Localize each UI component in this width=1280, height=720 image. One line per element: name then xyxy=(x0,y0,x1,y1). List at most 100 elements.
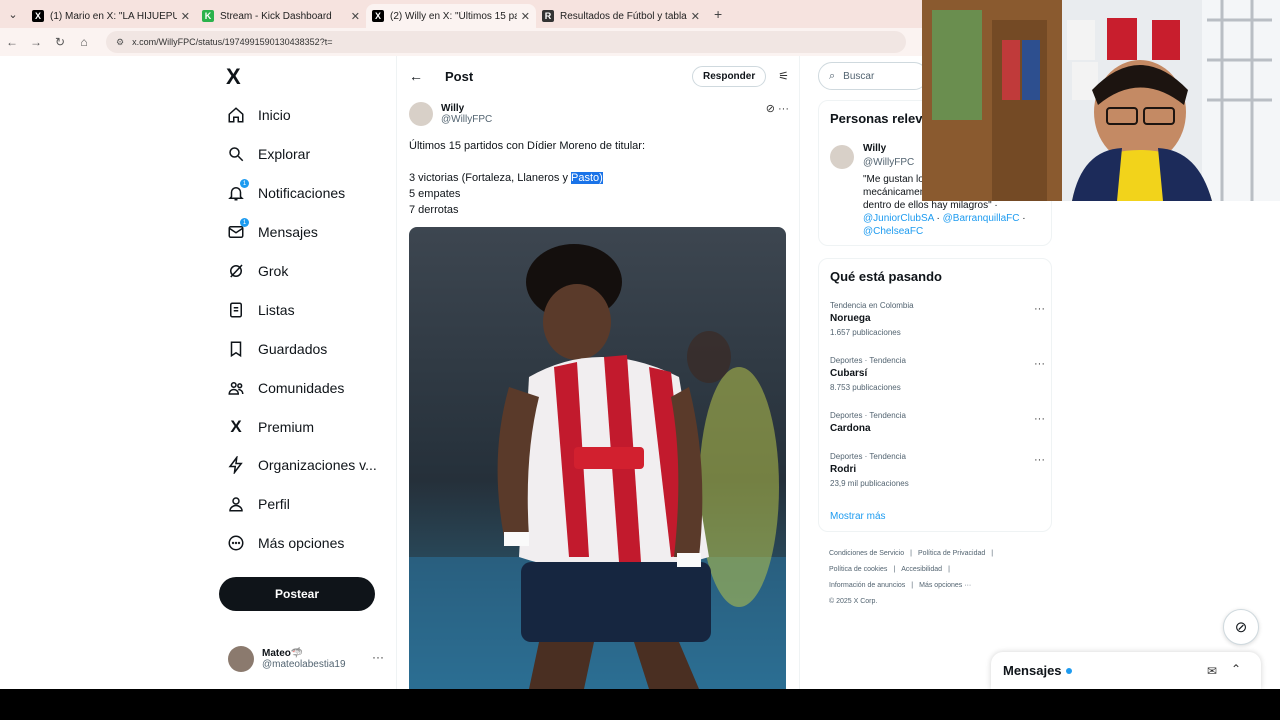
trend-item[interactable]: Deportes · Tendencia Cubarsí 8.753 publi… xyxy=(830,356,1045,392)
bio-link[interactable]: @JuniorClubSA xyxy=(863,213,934,224)
copyright: © 2025 X Corp. xyxy=(829,598,878,605)
account-name: Mateo🦈 xyxy=(262,648,304,659)
compose-message-icon[interactable]: ✉ xyxy=(1207,664,1217,678)
notification-badge: 1 xyxy=(240,179,249,189)
results-favicon-icon: R xyxy=(542,10,554,22)
grok-icon: ⊘ xyxy=(1234,619,1248,636)
nav-item-explorar[interactable]: Explorar xyxy=(226,135,377,174)
close-icon[interactable]: ✕ xyxy=(521,10,530,23)
nav-item-guardados[interactable]: Guardados xyxy=(226,329,377,368)
nav-item-comunidades[interactable]: Comunidades xyxy=(226,368,377,407)
messages-drawer[interactable]: Mensajes ✉ ⌃ xyxy=(991,652,1261,689)
more-dots-icon[interactable]: ··· xyxy=(372,650,384,664)
more-circle-icon xyxy=(226,533,246,553)
close-icon[interactable]: ✕ xyxy=(691,10,700,23)
bio-link[interactable]: @ChelseaFC xyxy=(863,226,923,237)
footer-link[interactable]: Política de cookies xyxy=(829,566,887,573)
nav-label: Listas xyxy=(258,301,295,318)
more-dots-icon[interactable]: ··· xyxy=(1034,358,1045,370)
grok-floating-button[interactable]: ⊘ xyxy=(1223,609,1259,645)
nav-item-notificaciones[interactable]: 1 Notificaciones xyxy=(226,174,377,213)
author-name[interactable]: Willy xyxy=(441,103,492,114)
avatar[interactable] xyxy=(830,145,854,169)
reload-icon[interactable]: ↻ xyxy=(48,35,72,49)
x-logo-icon[interactable]: X xyxy=(226,64,241,90)
nav-item-grok[interactable]: Grok xyxy=(226,252,377,291)
trend-context: Tendencia en Colombia xyxy=(830,301,914,310)
author-handle[interactable]: @WillyFPC xyxy=(441,114,492,125)
person-name[interactable]: Willy xyxy=(863,143,886,154)
search-input[interactable]: ⌕ Buscar xyxy=(818,62,928,90)
selected-text: Pasto) xyxy=(571,172,603,184)
home-icon[interactable]: ⌂ xyxy=(72,35,96,49)
more-dots-icon[interactable]: ··· xyxy=(1034,303,1045,315)
new-tab-plus-icon[interactable]: + xyxy=(714,6,722,22)
footer-link[interactable]: Información de anuncios xyxy=(829,582,905,589)
reply-button[interactable]: Responder xyxy=(692,65,767,87)
webcam-overlay xyxy=(922,0,1280,201)
home-icon xyxy=(226,105,246,125)
post-line: 3 victorias (Fortaleza, Llaneros y Pasto… xyxy=(409,170,789,186)
nav-item-organizaciones[interactable]: Organizaciones v... xyxy=(226,446,377,485)
footer-links: Condiciones de Servicio | Política de Priv… xyxy=(829,546,1049,610)
browser-tab-active[interactable]: X (2) Willy en X: "Últimos 15 parti ✕ xyxy=(366,4,536,28)
communities-icon xyxy=(226,378,246,398)
trend-name: Cubarsí xyxy=(830,368,868,379)
post-text-segment: 3 victorias (Fortaleza, Llaneros y xyxy=(409,172,572,184)
tab-list-chevron-icon[interactable]: ⌄ xyxy=(0,8,26,21)
footer-separator: | xyxy=(991,550,994,557)
nav-label: Mensajes xyxy=(258,224,318,241)
more-dots-icon[interactable]: ··· xyxy=(1034,413,1045,425)
nav-item-listas[interactable]: Listas xyxy=(226,290,377,329)
nav-item-perfil[interactable]: Perfil xyxy=(226,485,377,524)
post-photo[interactable] xyxy=(409,227,786,689)
avatar[interactable] xyxy=(409,102,433,126)
browser-tab[interactable]: K Stream - Kick Dashboard ✕ xyxy=(196,4,366,28)
bookmark-icon xyxy=(226,339,246,359)
trend-item[interactable]: Tendencia en Colombia Noruega 1.657 publ… xyxy=(830,301,1045,337)
trend-name: Noruega xyxy=(830,313,871,324)
card-heading: Qué está pasando xyxy=(830,269,942,284)
url-field[interactable]: ⚙ x.com/WillyFPC/status/1974991590130438… xyxy=(106,31,906,53)
bio-link[interactable]: @BarranquillaFC xyxy=(943,213,1020,224)
site-settings-icon[interactable]: ⚙ xyxy=(116,37,124,48)
footer-link[interactable]: Más opciones ··· xyxy=(919,582,971,589)
kick-favicon-icon: K xyxy=(202,10,214,22)
search-icon xyxy=(226,144,246,164)
forward-arrow-icon[interactable]: → xyxy=(24,35,48,49)
close-icon[interactable]: ✕ xyxy=(181,10,190,23)
account-switcher[interactable]: Mateo🦈 @mateolabestia19 ··· xyxy=(228,646,388,672)
post-button[interactable]: Postear xyxy=(219,577,375,611)
footer-link[interactable]: Accesibilidad xyxy=(901,566,942,573)
nav-item-mensajes[interactable]: 1 Mensajes xyxy=(226,213,377,252)
trend-item[interactable]: Deportes · Tendencia Rodri 23,9 mil publ… xyxy=(830,452,1045,488)
browser-tab[interactable]: X (1) Mario en X: "LA HIJUEPUTA ✕ xyxy=(26,4,196,28)
post-header: ← Post Responder ⚟ xyxy=(409,64,789,88)
trend-item[interactable]: Deportes · Tendencia Cardona ··· xyxy=(830,411,1045,434)
nav-item-premium[interactable]: X Premium xyxy=(226,407,377,446)
message-badge: 1 xyxy=(240,218,249,228)
expand-chevron-icon[interactable]: ⌃ xyxy=(1231,662,1241,676)
person-handle[interactable]: @WillyFPC xyxy=(863,157,914,168)
avatar xyxy=(228,646,254,672)
close-icon[interactable]: ✕ xyxy=(351,10,360,23)
footer-link[interactable]: Política de Privacidad xyxy=(918,550,985,557)
back-arrow-icon[interactable]: ← xyxy=(409,68,423,84)
nav-item-inicio[interactable]: Inicio xyxy=(226,96,377,135)
nav-item-mas-opciones[interactable]: Más opciones xyxy=(226,524,377,563)
back-arrow-icon[interactable]: ← xyxy=(0,35,24,49)
nav-label: Grok xyxy=(258,263,289,279)
trend-count: 23,9 mil publicaciones xyxy=(830,479,909,488)
browser-tab[interactable]: R Resultados de Fútbol y tabla de ✕ xyxy=(536,4,706,28)
nav-label: Notificaciones xyxy=(258,185,346,202)
mail-icon: 1 xyxy=(226,218,249,242)
grok-icon xyxy=(226,261,246,281)
grok-and-more-icon[interactable]: ⊘ ··· xyxy=(766,102,789,115)
show-more-link[interactable]: Mostrar más xyxy=(830,511,886,522)
tab-title: (1) Mario en X: "LA HIJUEPUTA xyxy=(50,10,177,22)
footer-separator: | xyxy=(893,566,896,573)
footer-link[interactable]: Condiciones de Servicio xyxy=(829,550,904,557)
sliders-icon[interactable]: ⚟ xyxy=(778,69,789,83)
more-dots-icon[interactable]: ··· xyxy=(1034,454,1045,466)
nav-label: Explorar xyxy=(258,146,311,163)
